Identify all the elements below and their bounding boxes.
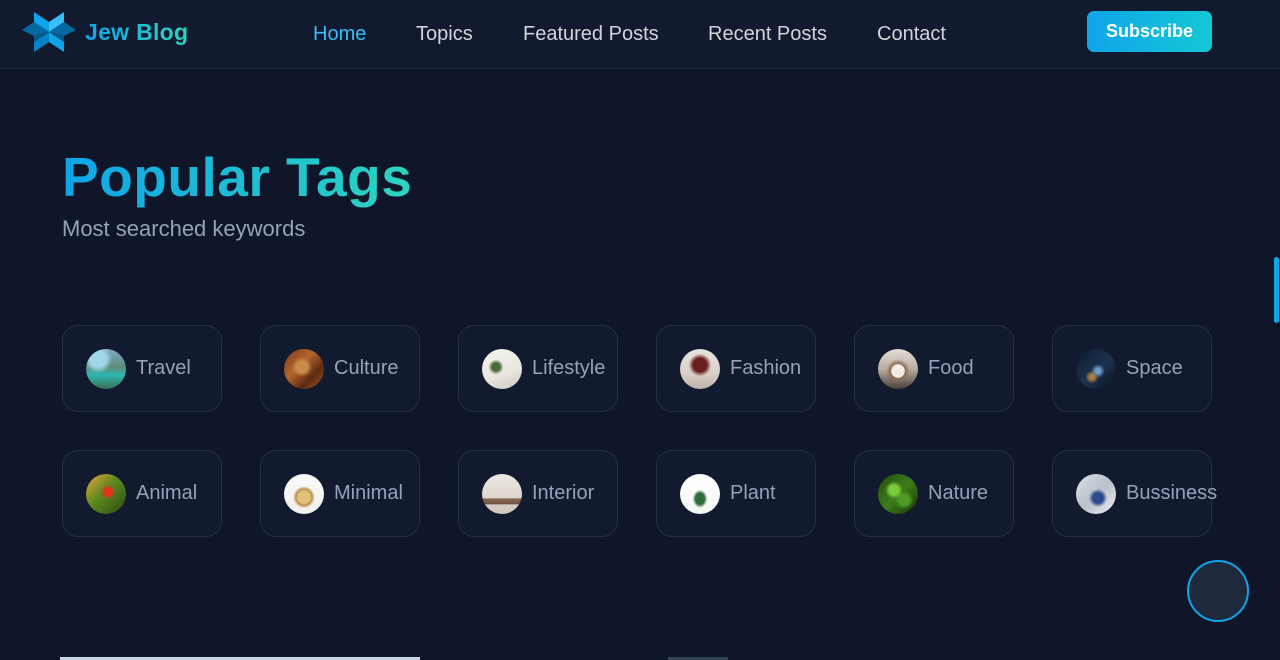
nav-home[interactable]: Home: [313, 23, 366, 46]
nav-contact[interactable]: Contact: [877, 23, 946, 46]
tag-nature[interactable]: Nature: [854, 450, 1014, 537]
page: Jew Blog Home Topics Featured Posts Rece…: [0, 0, 1280, 660]
culture-thumbnail: [284, 349, 324, 389]
page-subtitle: Most searched keywords: [62, 216, 306, 241]
animal-thumbnail: [86, 474, 126, 514]
food-thumbnail: [878, 349, 918, 389]
tag-culture[interactable]: Culture: [260, 325, 420, 412]
nature-thumbnail: [878, 474, 918, 514]
tag-travel[interactable]: Travel: [62, 325, 222, 412]
tag-plant[interactable]: Plant: [656, 450, 816, 537]
tag-space[interactable]: Space: [1052, 325, 1212, 412]
nav-featured-posts[interactable]: Featured Posts: [523, 23, 659, 46]
tag-label: Culture: [334, 357, 399, 379]
tag-food[interactable]: Food: [854, 325, 1014, 412]
top-navbar: Jew Blog Home Topics Featured Posts Rece…: [0, 0, 1280, 69]
minimal-thumbnail: [284, 474, 324, 514]
plant-thumbnail: [680, 474, 720, 514]
scrollbar-thumb[interactable]: [1274, 257, 1279, 323]
travel-thumbnail: [86, 349, 126, 389]
tag-label: Fashion: [730, 357, 802, 379]
tag-label: Travel: [136, 357, 191, 379]
tag-label: Lifestyle: [532, 357, 606, 379]
tag-label: Nature: [928, 482, 989, 504]
tag-minimal[interactable]: Minimal: [260, 450, 420, 537]
tag-lifestyle[interactable]: Lifestyle: [458, 325, 618, 412]
brand-name: Jew Blog: [85, 18, 189, 45]
interior-thumbnail: [482, 474, 522, 514]
subscribe-button[interactable]: Subscribe: [1087, 11, 1212, 52]
tag-label: Bussiness: [1126, 482, 1218, 504]
brand-logo[interactable]: Jew Blog: [20, 6, 188, 58]
scroll-to-top-button[interactable]: [1187, 560, 1249, 622]
space-thumbnail: [1076, 349, 1116, 389]
business-thumbnail: [1076, 474, 1116, 514]
tag-label: Interior: [532, 482, 595, 504]
tag-label: Food: [928, 357, 974, 379]
tag-business[interactable]: Bussiness: [1052, 450, 1217, 537]
page-title: Popular Tags: [62, 146, 413, 208]
nav-recent-posts[interactable]: Recent Posts: [708, 23, 827, 46]
nav-topics[interactable]: Topics: [416, 23, 473, 46]
tag-label: Animal: [136, 482, 198, 504]
fashion-thumbnail: [680, 349, 720, 389]
logo-icon: [22, 12, 76, 52]
tag-label: Minimal: [334, 482, 403, 504]
lifestyle-thumbnail: [482, 349, 522, 389]
tag-animal[interactable]: Animal: [62, 450, 222, 537]
tag-label: Space: [1126, 357, 1183, 379]
tag-label: Plant: [730, 482, 776, 504]
tag-fashion[interactable]: Fashion: [656, 325, 816, 412]
tag-interior[interactable]: Interior: [458, 450, 618, 537]
